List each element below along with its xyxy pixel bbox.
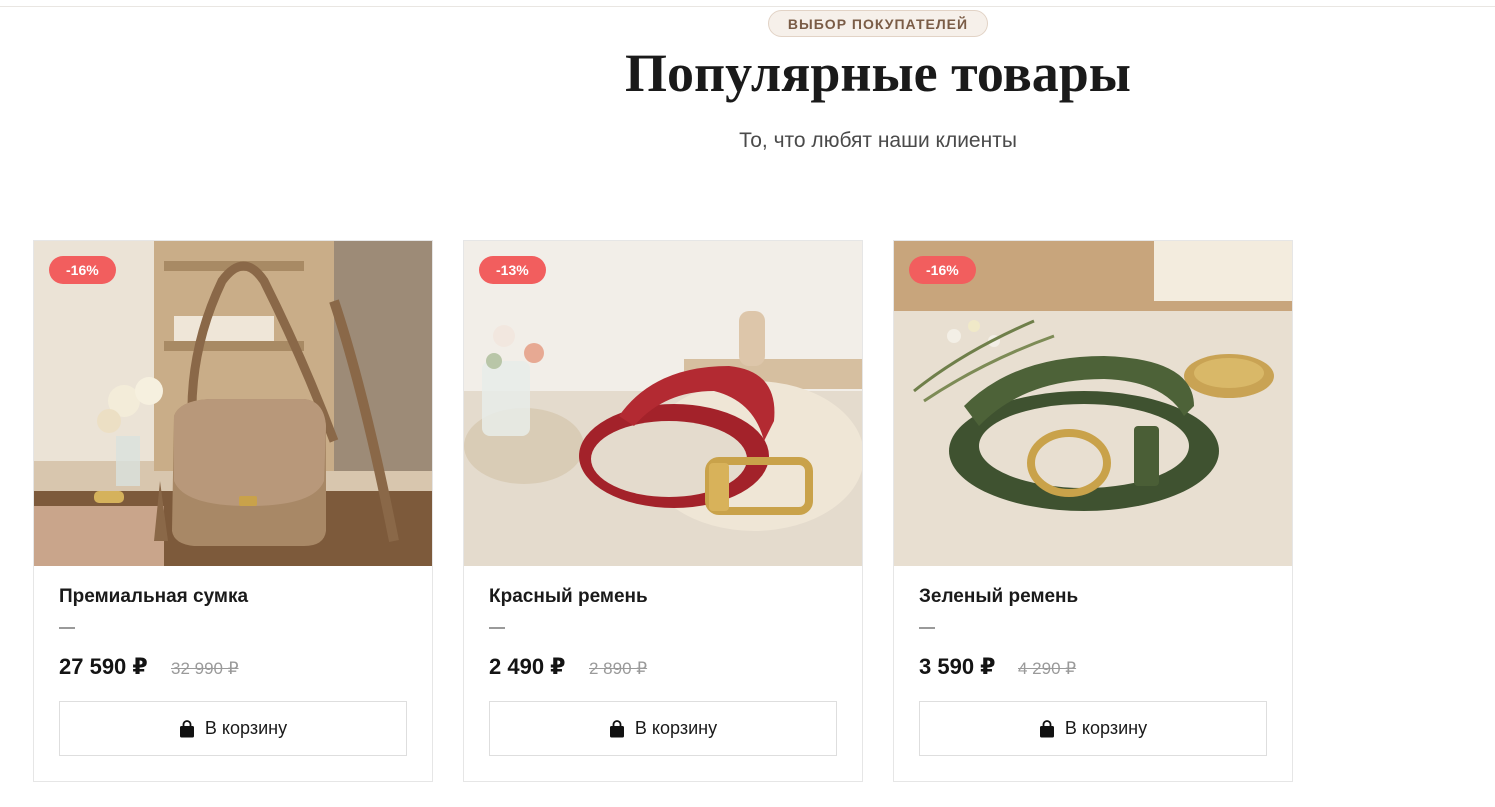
green-belt-photo [894, 241, 1292, 566]
red-belt-photo [464, 241, 862, 566]
handbag-photo [34, 241, 432, 566]
product-old-price: 32 990 ₽ [171, 659, 239, 678]
add-to-cart-button[interactable]: В корзину [489, 701, 837, 756]
add-to-cart-label: В корзину [1064, 718, 1148, 738]
product-name[interactable]: Красный ремень [489, 586, 648, 608]
rating-placeholder-dash [59, 627, 75, 629]
section-badge: ВЫБОР ПОКУПАТЕЛЕЙ [768, 10, 988, 37]
product-card[interactable]: -16% Премиальная сумка 27 590 ₽ 32 990 ₽… [33, 240, 433, 782]
product-old-price: 4 290 ₽ [1018, 659, 1077, 678]
discount-badge: -16% [909, 256, 976, 284]
discount-badge: -16% [49, 256, 116, 284]
add-to-cart-label: В корзину [634, 718, 718, 738]
product-image-red-belt[interactable] [464, 241, 862, 566]
shopping-bag-icon [609, 719, 624, 737]
product-price: 27 590 ₽ [59, 654, 148, 679]
product-image-green-belt[interactable] [894, 241, 1292, 566]
product-card[interactable]: -16% Зеленый ремень 3 590 ₽ 4 290 ₽ В ко… [893, 240, 1293, 782]
add-to-cart-label: В корзину [204, 718, 288, 738]
product-card[interactable]: -13% Красный ремень 2 490 ₽ 2 890 ₽ В ко… [463, 240, 863, 782]
product-price: 2 490 ₽ [489, 654, 566, 679]
top-divider [0, 6, 1495, 7]
page-title: Популярные товары [625, 43, 1131, 103]
rating-placeholder-dash [919, 627, 935, 629]
product-price: 3 590 ₽ [919, 654, 996, 679]
product-image-handbag[interactable] [34, 241, 432, 566]
section-subtitle: То, что любят наши клиенты [739, 129, 1017, 152]
product-old-price: 2 890 ₽ [589, 659, 648, 678]
shopping-bag-icon [1039, 719, 1054, 737]
shopping-bag-icon [179, 719, 194, 737]
add-to-cart-button[interactable]: В корзину [919, 701, 1267, 756]
add-to-cart-button[interactable]: В корзину [59, 701, 407, 756]
product-name[interactable]: Зеленый ремень [919, 586, 1078, 608]
discount-badge: -13% [479, 256, 546, 284]
rating-placeholder-dash [489, 627, 505, 629]
product-name[interactable]: Премиальная сумка [59, 586, 248, 608]
